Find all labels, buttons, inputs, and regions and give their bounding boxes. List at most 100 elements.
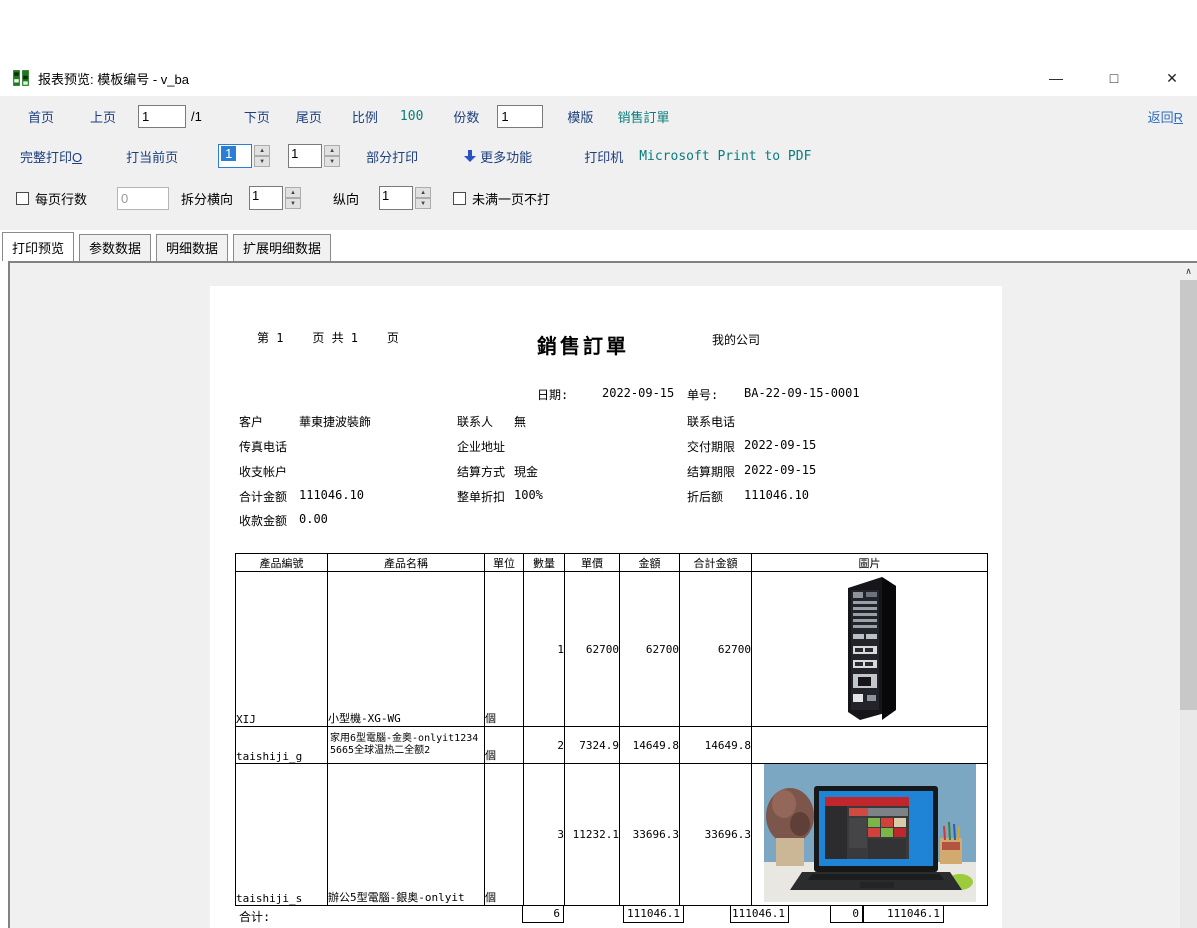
fax-label: 传真电话 [239,438,287,455]
copies-label: 份数 [453,107,479,126]
grand-total-sum: 111046.1 [730,905,789,923]
report-page: 第 1 页 共 1 页 銷售訂單 我的公司 日期: 2022-09-15 单号:… [210,286,1002,928]
printer-button[interactable]: 打印机 [584,147,623,166]
window-title: 报表预览: 模板编号 - v_ba [38,69,189,88]
grand-total-extra-a: 0 [830,905,863,923]
vertical-scrollbar[interactable]: ∧ [1180,263,1197,928]
down-arrow-icon [464,149,476,163]
back-link[interactable]: 返回R [1148,107,1183,126]
print-range-to-spinner[interactable]: 1 ▲ ▼ [288,144,340,168]
print-current-page-button[interactable]: 打当前页 [126,147,178,166]
grand-total-label: 合计: [239,908,270,925]
cell-price: 62700 [565,572,620,727]
col-image: 圖片 [752,554,988,572]
total-amount-label: 合计金额 [239,488,287,505]
date-label: 日期: [537,386,568,403]
next-page-button[interactable]: 下页 [244,107,270,126]
more-functions-button[interactable]: 更多功能 [480,147,532,166]
settle-method-label: 结算方式 [457,463,505,480]
scrollbar-thumb[interactable] [1180,280,1197,710]
minimize-button[interactable]: — [1047,70,1065,87]
scale-value: 100 [400,109,423,124]
grand-total-amount: 111046.1 [623,905,684,923]
discount-value: 100% [514,488,543,502]
col-product-name: 產品名稱 [328,554,485,572]
cell-unit: 個 [485,764,524,906]
tab-parameter-data[interactable]: 参数数据 [79,234,151,261]
tab-detail-data[interactable]: 明细数据 [156,234,228,261]
spin-down-icon[interactable]: ▼ [324,156,340,167]
tab-extended-detail-data[interactable]: 扩展明细数据 [233,234,331,261]
cell-name: 辦公5型電腦-銀奥-onlyit [328,764,485,906]
full-print-button[interactable]: 完整打印O [20,147,82,166]
settle-method-value: 現金 [514,463,538,480]
app-icon [12,69,30,87]
cell-unit: 個 [485,727,524,764]
customer-value: 華東捷波裝飾 [299,413,371,430]
cell-amount: 33696.3 [620,764,680,906]
laptop-on-desk-photo [764,764,976,902]
cell-name: 小型機-XG-WG [328,572,485,727]
discount-label: 整单折扣 [457,488,505,505]
rows-per-page-input[interactable] [117,187,169,210]
print-range-from-spinner[interactable]: 1 ▲ ▼ [218,144,270,168]
company-name: 我的公司 [712,331,760,348]
spin-up-icon[interactable]: ▲ [254,145,270,156]
account-label: 收支帐户 [239,463,287,480]
skip-partial-page-checkbox[interactable] [453,192,466,205]
scroll-up-button[interactable]: ∧ [1180,263,1197,280]
spin-down-icon[interactable]: ▼ [254,156,270,167]
grand-total-qty: 6 [522,905,564,923]
split-vertical-spinner[interactable]: 1 ▲ ▼ [379,186,431,210]
delivery-term-label: 交付期限 [687,438,735,455]
maximize-button[interactable]: □ [1105,70,1123,87]
spin-up-icon[interactable]: ▲ [415,187,431,198]
partial-print-button[interactable]: 部分打印 [366,147,418,166]
spin-up-icon[interactable]: ▲ [285,187,301,198]
cell-total: 14649.8 [680,727,752,764]
template-name: 销售訂單 [617,107,669,126]
table-header-row: 產品編號 產品名稱 單位 數量 單價 金額 合計金額 圖片 [236,554,988,572]
received-amount-label: 收款金额 [239,512,287,529]
rows-per-page-checkbox[interactable] [16,192,29,205]
toolbar: 首页 上页 /1 下页 尾页 比例 100 份数 模版 销售訂單 返回R 完整打… [0,96,1197,230]
cell-image [752,764,988,906]
first-page-button[interactable]: 首页 [28,107,54,126]
tab-print-preview[interactable]: 打印预览 [2,232,74,261]
items-table: 產品編號 產品名稱 單位 數量 單價 金額 合計金額 圖片 XIJ 小型機-XG… [235,553,988,906]
template-button[interactable]: 模版 [567,107,593,126]
cell-price: 11232.1 [565,764,620,906]
grand-total-extra-b: 111046.1 [863,905,944,923]
table-row: taishiji_s 辦公5型電腦-銀奥-onlyit 個 3 11232.1 … [236,764,988,906]
col-price: 單價 [565,554,620,572]
settle-term-label: 结算期限 [687,463,735,480]
spin-up-icon[interactable]: ▲ [324,145,340,156]
close-button[interactable]: ✕ [1163,70,1181,87]
col-qty: 數量 [524,554,565,572]
last-page-button[interactable]: 尾页 [296,107,322,126]
scale-label: 比例 [352,107,378,126]
split-vertical-label: 纵向 [333,189,359,208]
spin-down-icon[interactable]: ▼ [415,198,431,209]
copies-input[interactable] [497,105,543,128]
table-row: taishiji_g 家用6型電腦-金奥-onlyit12345665全球温热二… [236,727,988,764]
discounted-amount-label: 折后额 [687,488,723,505]
cell-total: 33696.3 [680,764,752,906]
page-total-label: /1 [191,109,202,124]
cell-unit: 個 [485,572,524,727]
report-title: 銷售訂單 [537,330,629,359]
skip-partial-page-label: 未满一页不打 [472,189,550,208]
customer-label: 客户 [239,413,263,430]
col-total: 合計金額 [680,554,752,572]
cell-price: 7324.9 [565,727,620,764]
spin-down-icon[interactable]: ▼ [285,198,301,209]
prev-page-button[interactable]: 上页 [90,107,116,126]
page-number-input[interactable] [138,105,186,128]
cell-qty: 1 [524,572,565,727]
tab-strip: 打印预览 参数数据 明细数据 扩展明细数据 [2,233,336,261]
cell-amount: 62700 [620,572,680,727]
split-horizontal-spinner[interactable]: 1 ▲ ▼ [249,186,301,210]
cell-total: 62700 [680,572,752,727]
order-no-label: 单号: [687,386,718,403]
order-no-value: BA-22-09-15-0001 [744,386,860,400]
